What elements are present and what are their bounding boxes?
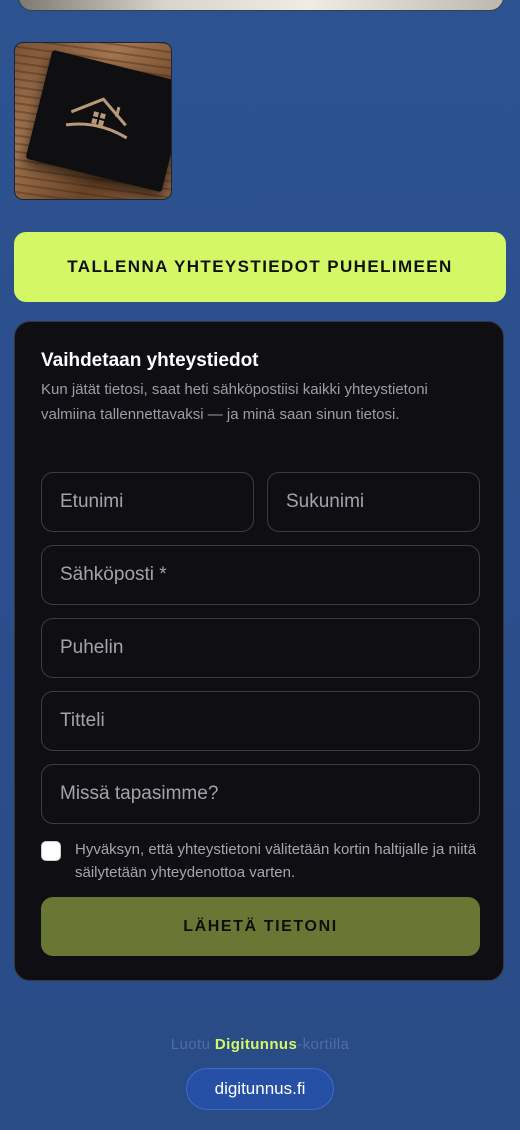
footer-site-link[interactable]: digitunnus.fi [186, 1068, 334, 1110]
last-name-input[interactable] [267, 472, 480, 532]
contact-exchange-form: Vaihdetaan yhteystiedot Kun jätät tietos… [14, 321, 504, 981]
first-name-input[interactable] [41, 472, 254, 532]
consent-label: Hyväksyn, että yhteystietoni välitetään … [75, 841, 477, 881]
form-description: Kun jätät tietosi, saat heti sähköpostii… [41, 381, 428, 423]
email-input[interactable] [41, 545, 480, 605]
consent-checkbox[interactable] [41, 841, 61, 861]
footer-credit: Luotu Digitunnus-kortilla [0, 1036, 520, 1053]
house-logo-icon [65, 97, 128, 140]
job-title-input[interactable] [41, 691, 480, 751]
save-contact-button[interactable]: TALLENNA YHTEYSTIEDOT PUHELIMEEN [14, 232, 506, 302]
submit-button[interactable]: LÄHETÄ TIETONI [41, 897, 480, 956]
footer-prefix: Luotu [170, 1036, 211, 1053]
business-card-thumbnail[interactable] [14, 42, 172, 200]
top-image-strip [18, 0, 504, 11]
where-met-input[interactable] [41, 764, 480, 824]
form-title: Vaihdetaan yhteystiedot [41, 350, 259, 371]
footer-brand[interactable]: Digitunnus [215, 1036, 297, 1053]
footer-suffix: -kortilla [297, 1036, 350, 1053]
phone-input[interactable] [41, 618, 480, 678]
